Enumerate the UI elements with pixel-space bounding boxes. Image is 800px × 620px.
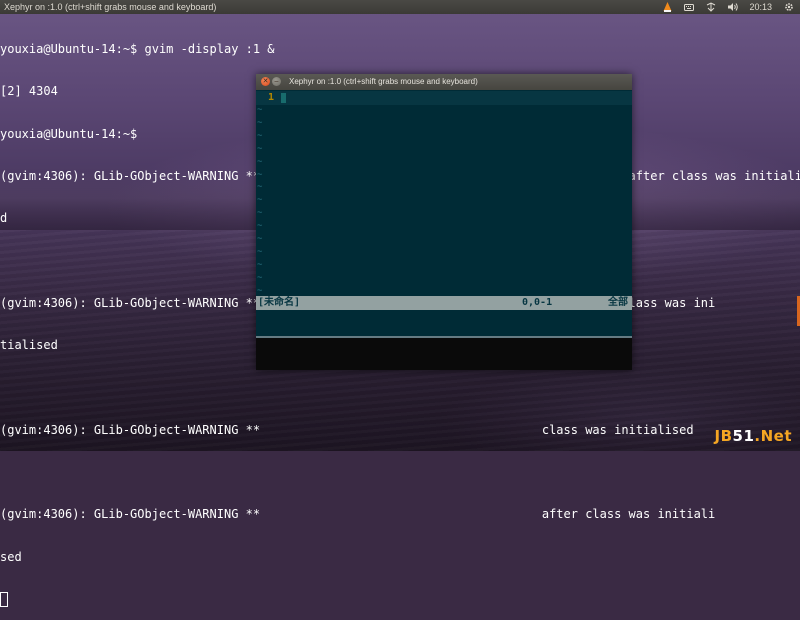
tilde-marker: ~ [257, 234, 263, 244]
tilde-marker: ~ [257, 130, 263, 141]
xephyr-unused-area [256, 338, 632, 370]
terminal-line: youxia@Ubuntu-14:~$ gvim -display :1 & [0, 42, 275, 57]
terminal-line: (gvim:4306): GLib-GObject-WARNING ** aft… [0, 507, 716, 522]
network-icon[interactable] [706, 0, 716, 14]
current-line[interactable]: 1 [256, 91, 632, 105]
terminal-line: (gvim:4306): GLib-GObject-WARNING ** cla… [0, 422, 694, 437]
tilde-marker: ~ [257, 221, 263, 232]
tilde-marker: ~ [257, 182, 263, 193]
keyboard-icon[interactable] [684, 0, 695, 14]
status-scroll-indicator: 全部 [608, 297, 628, 308]
tilde-marker: ~ [257, 208, 263, 219]
close-button[interactable]: ✕ [261, 77, 270, 86]
watermark-logo: JB51.Net [714, 427, 792, 445]
minimize-button[interactable]: – [272, 77, 281, 86]
tilde-marker: ~ [257, 272, 263, 283]
terminal-cursor-line [0, 591, 800, 607]
vim-statusline: [未命名] 0,0-1 全部 [256, 296, 632, 310]
volume-icon[interactable] [728, 0, 739, 14]
tilde-marker: ~ [257, 156, 263, 167]
status-cursor-position: 0,0-1 [522, 297, 553, 308]
tilde-marker: ~ [257, 105, 263, 115]
system-tray: 20:13 [657, 0, 800, 14]
gvim-editor[interactable]: 1 ~ ~ ~ ~ ~ ~ ~ ~ ~ ~ ~ ~ ~ ~ ~ [未命名] 0,0-1 全部 [256, 90, 632, 370]
tilde-marker: ~ [257, 117, 263, 128]
xephyr-window-title: Xephyr on :1.0 (ctrl+shift grabs mouse a… [289, 77, 478, 86]
terminal-cursor [0, 591, 8, 607]
xephyr-titlebar[interactable]: ✕ – Xephyr on :1.0 (ctrl+shift grabs mou… [256, 74, 632, 90]
status-filename: [未命名] [258, 297, 301, 308]
xephyr-window[interactable]: ✕ – Xephyr on :1.0 (ctrl+shift grabs mou… [256, 74, 632, 370]
tilde-marker: ~ [257, 195, 263, 206]
clock[interactable]: 20:13 [749, 0, 772, 14]
tilde-marker: ~ [257, 285, 263, 296]
top-panel: Xephyr on :1.0 (ctrl+shift grabs mouse a… [0, 0, 800, 14]
settings-gear-icon[interactable] [784, 0, 794, 14]
editor-cursor [281, 93, 286, 103]
panel-window-title: Xephyr on :1.0 (ctrl+shift grabs mouse a… [4, 2, 217, 12]
line-number: 1 [268, 92, 275, 103]
terminal-line: sed [0, 549, 22, 564]
vim-command-line[interactable] [256, 310, 632, 336]
tilde-marker: ~ [257, 259, 263, 270]
vlc-icon[interactable] [663, 0, 672, 14]
tilde-marker: ~ [257, 143, 263, 154]
tilde-marker: ~ [257, 246, 263, 257]
tilde-marker: ~ [257, 169, 263, 180]
